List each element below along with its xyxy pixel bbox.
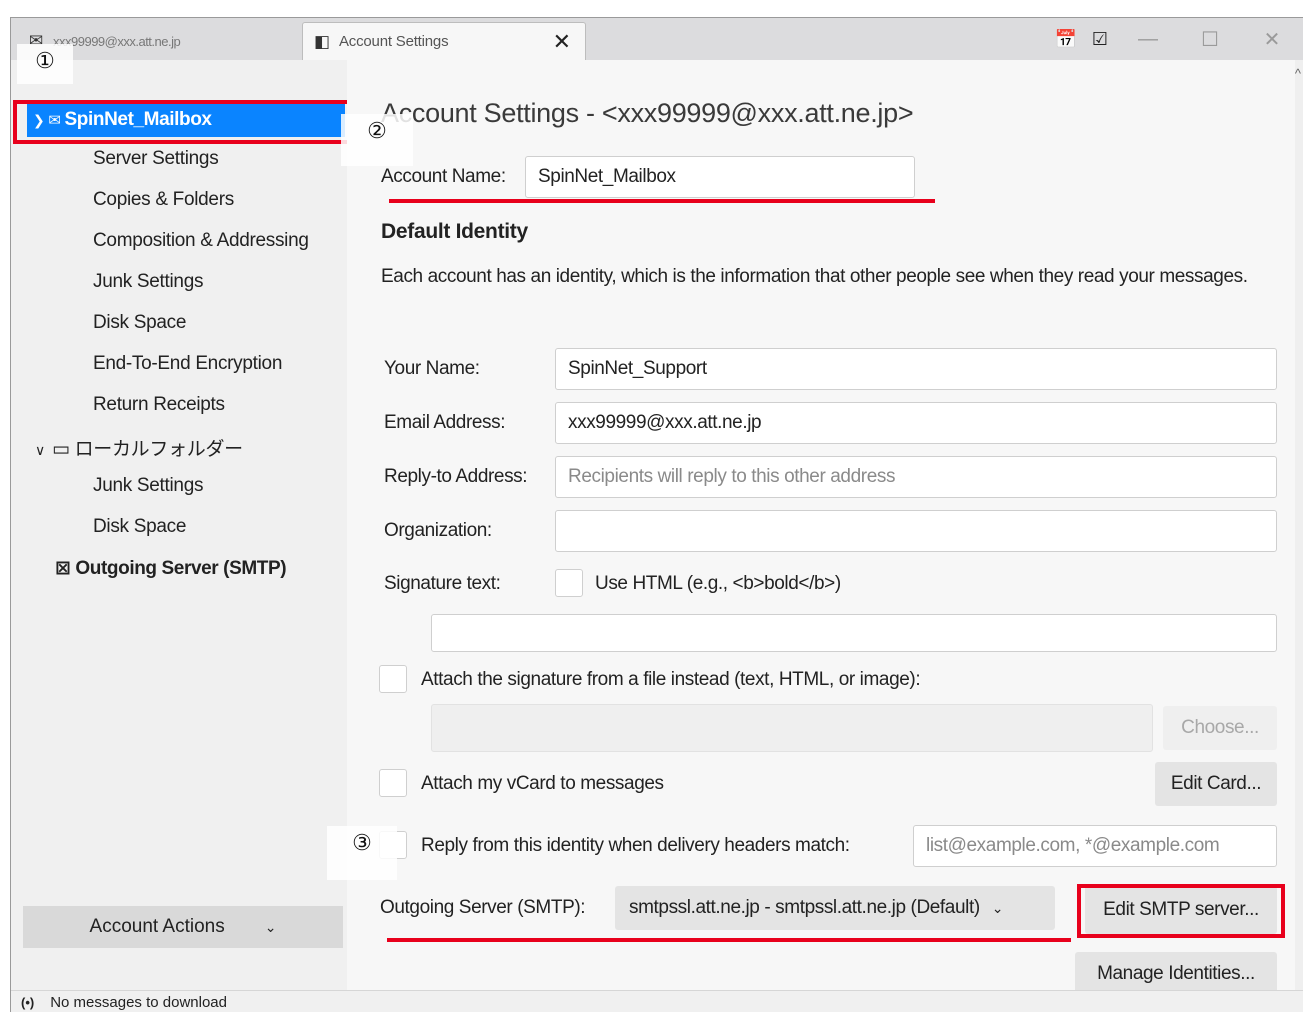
signature-file-field <box>431 704 1153 752</box>
signature-text-label: Signature text: <box>384 573 501 594</box>
screen-top-strip <box>0 0 1303 17</box>
tree-item-e2e-encryption[interactable]: End-To-End Encryption <box>93 353 282 375</box>
outgoing-server-value: smtpssl.att.ne.jp - smtpssl.att.ne.jp (D… <box>629 897 980 918</box>
tree-item-server-settings[interactable]: Server Settings <box>93 148 219 170</box>
tree-item-composition[interactable]: Composition & Addressing <box>93 230 309 252</box>
smtp-icon: ⊠ <box>55 558 71 579</box>
tree-item-junk-settings[interactable]: Junk Settings <box>93 271 203 293</box>
attach-signature-checkbox[interactable] <box>379 665 407 693</box>
annotation-box-account <box>13 100 353 144</box>
tree-item-local-junk[interactable]: Junk Settings <box>93 475 203 497</box>
account-actions-label: Account Actions <box>89 916 225 937</box>
status-text: No messages to download <box>50 993 227 1011</box>
outgoing-server-select[interactable]: smtpssl.att.ne.jp - smtpssl.att.ne.jp (D… <box>615 886 1055 930</box>
tab-bar: ✉ xxx99999@xxx.att.ne.jp ◧ Account Setti… <box>11 18 1303 60</box>
use-html-label: Use HTML (e.g., <b>bold</b>) <box>595 573 841 594</box>
page-title: Account Settings - <xxx99999@xxx.att.ne.… <box>381 98 914 128</box>
organization-field[interactable] <box>555 510 1277 552</box>
annotation-marker-2: ② <box>341 114 413 166</box>
annotation-box-edit-smtp <box>1077 884 1285 938</box>
tree-item-return-receipts[interactable]: Return Receipts <box>93 394 225 416</box>
use-html-checkbox[interactable] <box>555 569 583 597</box>
window-controls: 📅 ☑ — ☐ ✕ <box>1049 18 1303 60</box>
chevron-down-icon: ⌄ <box>264 918 277 935</box>
tree-item-copies-folders[interactable]: Copies & Folders <box>93 189 234 211</box>
tree-local-folders[interactable]: ∨ ▭ ローカルフォルダー <box>35 434 243 461</box>
close-tab-icon[interactable]: ✕ <box>553 29 571 55</box>
attach-signature-label: Attach the signature from a file instead… <box>421 669 921 690</box>
annotation-marker-1: ① <box>17 44 73 84</box>
close-window-button[interactable]: ✕ <box>1241 27 1303 52</box>
edit-card-button[interactable]: Edit Card... <box>1155 762 1277 806</box>
account-name-label: Account Name: <box>381 166 506 187</box>
settings-scrollbar[interactable] <box>1295 60 1303 990</box>
online-status-icon[interactable]: (•) <box>21 995 34 1010</box>
maximize-button[interactable]: ☐ <box>1179 27 1241 52</box>
tab-label: Account Settings <box>339 33 449 50</box>
email-address-field[interactable]: xxx99999@xxx.att.ne.jp <box>555 402 1277 444</box>
annotation-underline-outgoing <box>387 938 1071 942</box>
choose-file-button[interactable]: Choose... <box>1163 706 1277 750</box>
tab-account-settings[interactable]: ◧ Account Settings ✕ <box>302 22 586 60</box>
account-name-field[interactable]: SpinNet_Mailbox <box>525 156 915 198</box>
account-actions-button[interactable]: Account Actions ⌄ <box>23 906 343 948</box>
tree-item-local-disk[interactable]: Disk Space <box>93 516 186 538</box>
identity-description: Each account has an identity, which is t… <box>381 266 1248 287</box>
scroll-up-arrow-icon[interactable]: ^ <box>1295 66 1301 81</box>
annotation-underline-account-name <box>389 199 935 203</box>
default-identity-heading: Default Identity <box>381 220 528 243</box>
minimize-button[interactable]: — <box>1117 28 1179 51</box>
reply-to-field[interactable]: Recipients will reply to this other addr… <box>555 456 1277 498</box>
attach-vcard-label: Attach my vCard to messages <box>421 773 664 794</box>
reply-to-label: Reply-to Address: <box>384 466 528 487</box>
tree-outgoing-server[interactable]: ⊠ Outgoing Server (SMTP) <box>55 557 287 580</box>
reply-from-identity-label: Reply from this identity when delivery h… <box>421 835 850 856</box>
chevron-down-icon: ⌄ <box>991 899 1004 916</box>
account-settings-pane: Account Settings - <xxx99999@xxx.att.ne.… <box>347 60 1297 996</box>
status-bar: (•) No messages to download <box>11 990 1303 1012</box>
thunderbird-window: ✉ xxx99999@xxx.att.ne.jp ◧ Account Setti… <box>10 17 1303 1012</box>
reply-from-headers-field[interactable]: list@example.com, *@example.com <box>913 825 1277 867</box>
email-address-label: Email Address: <box>384 412 506 433</box>
calendar-icon[interactable]: 📅 <box>1049 29 1083 50</box>
smtp-label: Outgoing Server (SMTP) <box>75 558 287 579</box>
attach-vcard-checkbox[interactable] <box>379 769 407 797</box>
settings-tab-icon: ◧ <box>313 31 331 51</box>
your-name-field[interactable]: SpinNet_Support <box>555 348 1277 390</box>
outgoing-server-label: Outgoing Server (SMTP): <box>380 897 586 918</box>
tasks-icon[interactable]: ☑ <box>1083 29 1117 50</box>
signature-text-area[interactable] <box>431 614 1277 652</box>
chevron-down-icon[interactable]: ∨ <box>35 442 45 458</box>
tree-item-disk-space[interactable]: Disk Space <box>93 312 186 334</box>
account-tree-sidebar: ❯ ✉ SpinNet_Mailbox Server Settings Copi… <box>11 60 353 990</box>
organization-label: Organization: <box>384 520 492 541</box>
your-name-label: Your Name: <box>384 358 480 379</box>
annotation-marker-3: ③ <box>327 826 397 880</box>
local-folder-name: ローカルフォルダー <box>74 439 244 460</box>
folder-icon: ▭ <box>51 439 70 460</box>
